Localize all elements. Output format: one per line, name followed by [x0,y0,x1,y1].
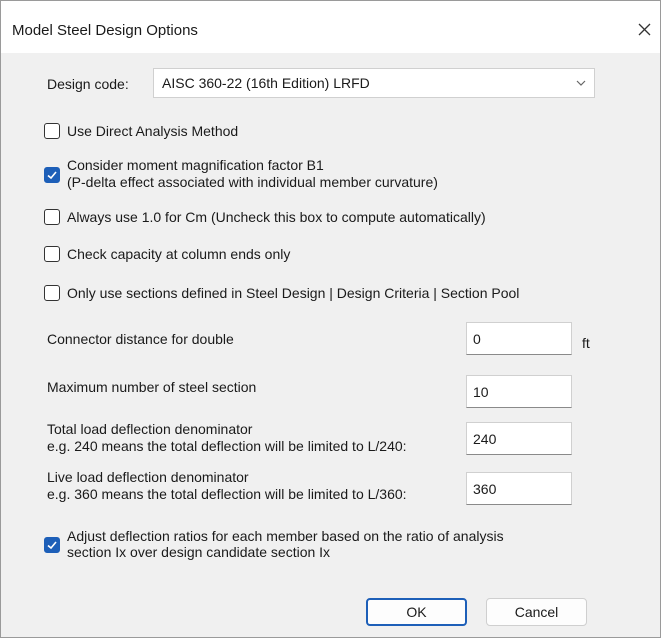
checkbox-label: Always use 1.0 for Cm (Uncheck this box … [67,209,486,225]
input-value: 360 [473,481,497,497]
ok-button[interactable]: OK [366,598,467,626]
checkbox-label: Use Direct Analysis Method [67,123,239,139]
checkbox-box[interactable] [44,285,60,301]
design-code-value: AISC 360-22 (16th Edition) LRFD [162,75,370,91]
chevron-down-icon [576,80,586,86]
checkbox-box[interactable] [44,167,60,183]
cancel-button[interactable]: Cancel [486,598,587,626]
total-load-input[interactable]: 240 [466,422,572,455]
checkbox-label: Only use sections defined in Steel Desig… [67,285,520,301]
total-load-sublabel: e.g. 240 means the total deflection will… [47,438,407,454]
checkbox-label: Consider moment magnification factor B1 [67,157,324,173]
dialog-title: Model Steel Design Options [12,22,198,39]
checkbox-box[interactable] [44,209,60,225]
title-bar: Model Steel Design Options [1,1,660,53]
live-load-sublabel: e.g. 360 means the total deflection will… [47,486,407,502]
live-load-label: Live load deflection denominator [47,469,249,485]
dialog-content: Design code: AISC 360-22 (16th Edition) … [1,53,660,637]
connector-distance-label: Connector distance for double [47,331,234,347]
checkbox-box[interactable] [44,123,60,139]
input-value: 10 [473,384,489,400]
checkmark-icon [47,171,57,180]
checkbox-sublabel: (P-delta effect associated with individu… [67,174,438,190]
input-value: 240 [473,431,497,447]
max-sections-label: Maximum number of steel section [47,379,257,395]
live-load-input[interactable]: 360 [466,472,572,505]
total-load-label: Total load deflection denominator [47,421,253,437]
close-button[interactable] [631,15,659,43]
checkbox-box[interactable] [44,246,60,262]
checkbox-sublabel: section Ix over design candidate section… [67,544,331,560]
connector-distance-input[interactable]: 0 [466,322,572,355]
design-code-label: Design code: [47,76,129,92]
max-sections-input[interactable]: 10 [466,375,572,408]
input-value: 0 [473,331,481,347]
checkmark-icon [47,541,57,550]
checkbox-label: Check capacity at column ends only [67,246,291,262]
close-icon [638,23,651,36]
design-code-select[interactable]: AISC 360-22 (16th Edition) LRFD [153,68,595,98]
checkbox-label: Adjust deflection ratios for each member… [67,528,504,544]
checkbox-box[interactable] [44,537,60,553]
steel-design-options-dialog: Model Steel Design Options Design code: … [0,0,661,638]
connector-distance-unit: ft [582,335,590,351]
